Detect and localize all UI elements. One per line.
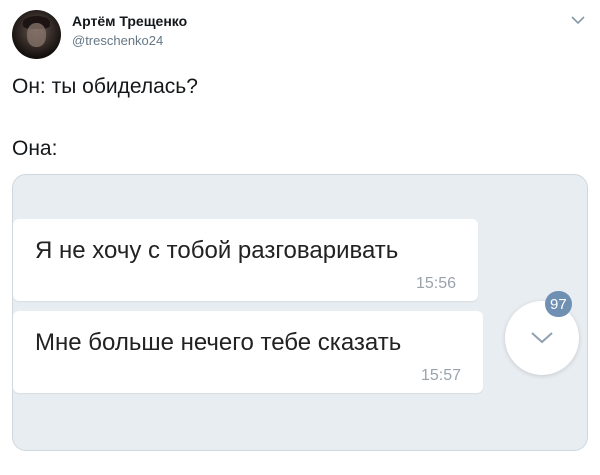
message-time: 15:57 [420,367,461,384]
message-text: Я не хочу с тобой разговаривать [35,237,399,264]
message-text: Мне больше нечего тебе сказать [35,329,402,356]
scroll-down-icon [531,332,553,344]
chevron-down-icon[interactable] [568,10,588,30]
avatar[interactable] [12,10,61,59]
message-bubble: Я не хочу с тобой разговаривать 15:56 [13,219,478,301]
message-time: 15:56 [415,275,456,292]
tweet-text-line1: Он: ты обиделась? [12,75,198,98]
avatar-face [27,23,46,47]
message-bubble: Мне больше нечего тебе сказать 15:57 [13,311,483,393]
tweet-text-line2: Она: [12,137,58,160]
author-handle[interactable]: @treschenko24 [72,33,163,48]
author-name[interactable]: Артём Трещенко [72,13,187,29]
unread-badge: 97 [545,291,572,317]
media-screenshot[interactable]: Я не хочу с тобой разговаривать 15:56 Мн… [12,174,588,451]
